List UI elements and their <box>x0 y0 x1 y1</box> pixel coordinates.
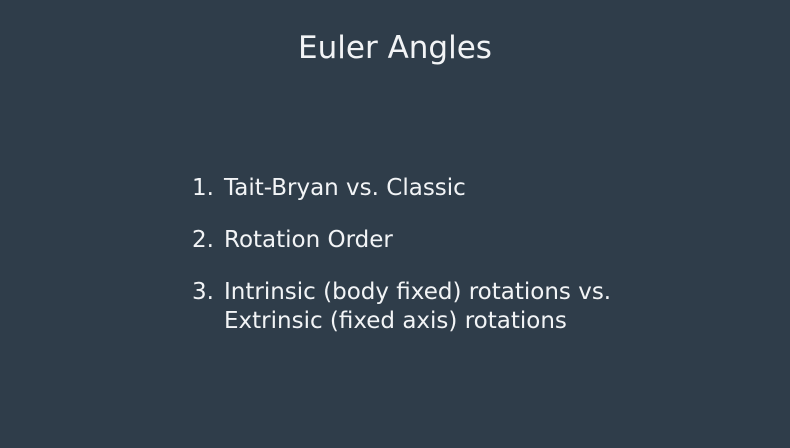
list-item-text: Tait-Bryan vs. Classic <box>224 174 466 203</box>
list-item-line: Intrinsic (body fixed) rotations vs. <box>224 279 612 305</box>
list-item: 3. Intrinsic (body fixed) rotations vs. … <box>192 278 611 336</box>
list-item-line: Rotation Order <box>224 227 393 253</box>
topic-list: 1. Tait-Bryan vs. Classic 2. Rotation Or… <box>192 174 611 336</box>
slide-title: Euler Angles <box>298 30 492 66</box>
list-item-line: Tait-Bryan vs. Classic <box>224 175 466 201</box>
list-item-line: Extrinsic (fixed axis) rotations <box>224 308 567 334</box>
list-item-number: 2. <box>192 227 214 253</box>
list-item: 2. Rotation Order <box>192 226 611 255</box>
list-item-text: Intrinsic (body fixed) rotations vs. Ext… <box>224 278 611 336</box>
list-item-text: Rotation Order <box>224 226 393 255</box>
slide: Euler Angles 1. Tait-Bryan vs. Classic 2… <box>0 0 790 448</box>
list-item-number: 1. <box>192 175 214 201</box>
list-item-number: 3. <box>192 279 214 305</box>
list-item: 1. Tait-Bryan vs. Classic <box>192 174 611 203</box>
